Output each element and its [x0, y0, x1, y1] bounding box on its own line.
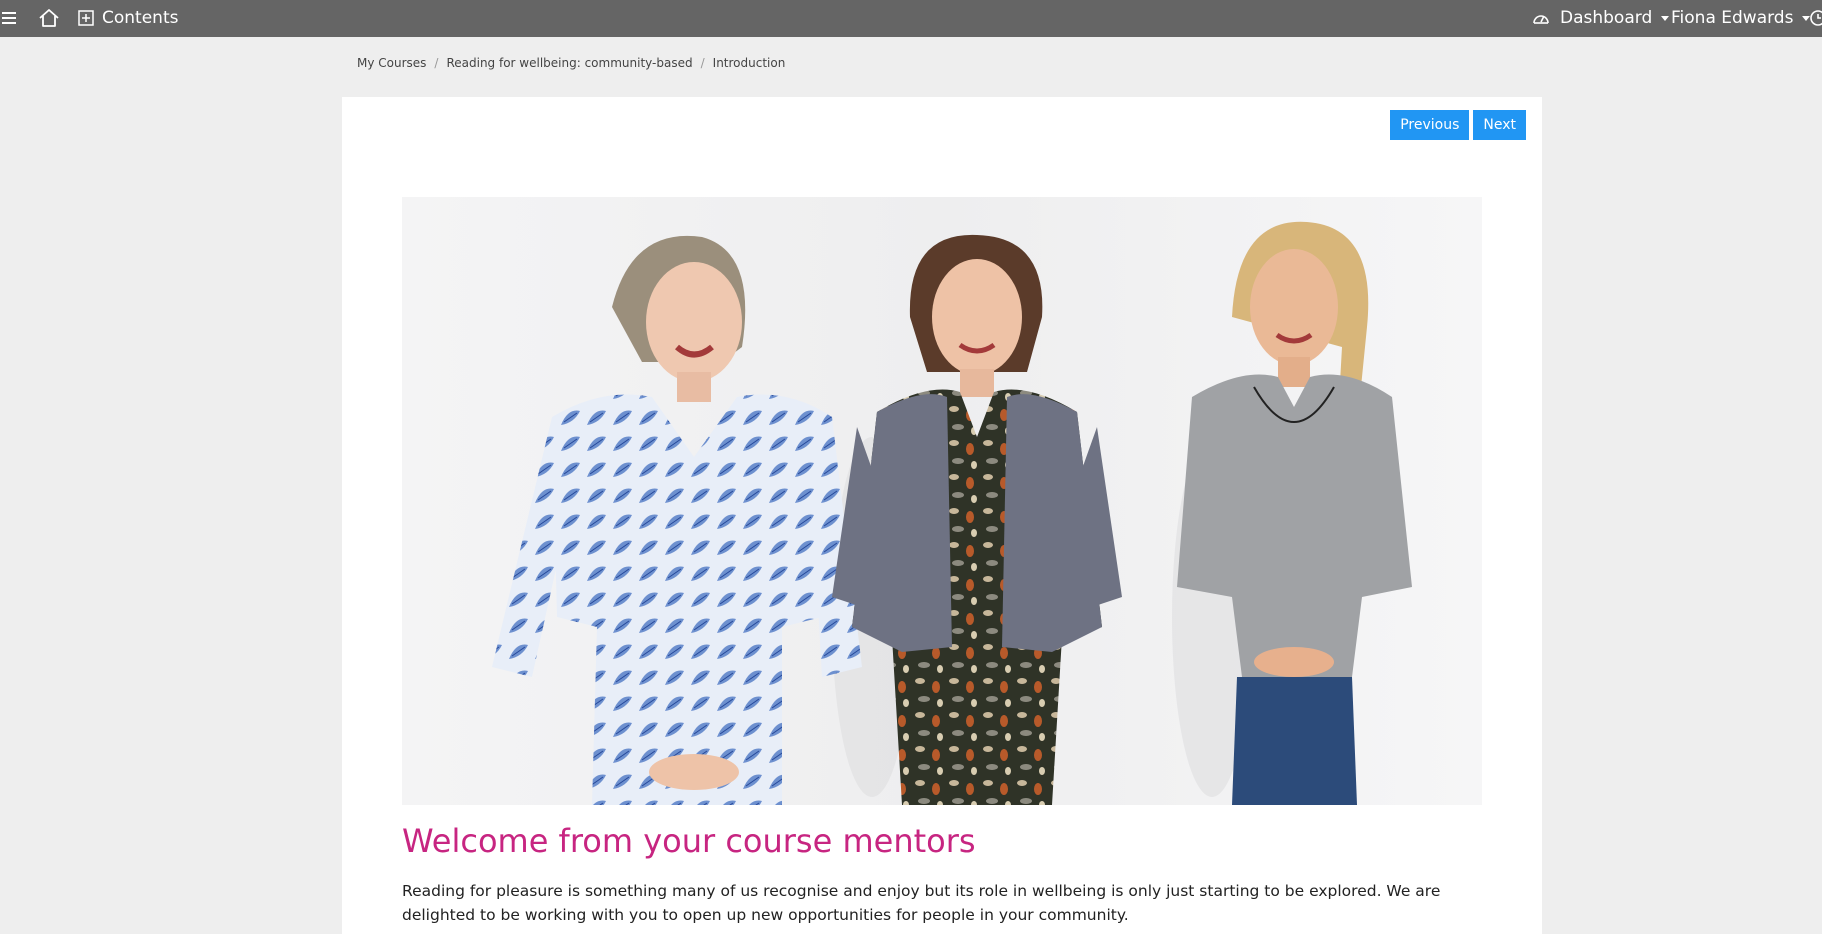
- dashboard-label: Dashboard: [1560, 8, 1653, 28]
- plus-square-icon: [78, 10, 94, 26]
- breadcrumb-my-courses[interactable]: My Courses: [357, 56, 426, 70]
- user-menu[interactable]: Fiona Edwards: [1671, 7, 1811, 29]
- contents-button[interactable]: Contents: [78, 7, 178, 29]
- page-heading: Welcome from your course mentors: [402, 822, 976, 860]
- breadcrumb: My Courses / Reading for wellbeing: comm…: [357, 56, 785, 70]
- top-navigation-bar: Contents Dashboard Fiona Edwards: [0, 0, 1822, 37]
- breadcrumb-separator: /: [434, 56, 439, 70]
- clock-icon[interactable]: [1808, 9, 1822, 27]
- user-name: Fiona Edwards: [1671, 8, 1794, 28]
- breadcrumb-separator: /: [700, 56, 705, 70]
- content-card: Previous Next Welcome from your course m…: [342, 97, 1542, 934]
- mentors-photo: [402, 197, 1482, 805]
- chevron-down-icon: [1661, 15, 1670, 21]
- page-navigation: Previous Next: [1390, 110, 1526, 140]
- dashboard-menu[interactable]: Dashboard: [1532, 7, 1670, 29]
- intro-paragraph: Reading for pleasure is something many o…: [402, 882, 1441, 924]
- breadcrumb-course[interactable]: Reading for wellbeing: community-based: [446, 56, 692, 70]
- menu-icon[interactable]: [2, 11, 16, 25]
- next-button[interactable]: Next: [1473, 110, 1526, 140]
- home-icon[interactable]: [38, 8, 60, 28]
- dashboard-gauge-icon: [1533, 15, 1549, 24]
- breadcrumb-current: Introduction: [712, 56, 786, 70]
- previous-button[interactable]: Previous: [1390, 110, 1470, 140]
- contents-label: Contents: [102, 8, 179, 28]
- mentors-photo-illustration: [402, 197, 1482, 805]
